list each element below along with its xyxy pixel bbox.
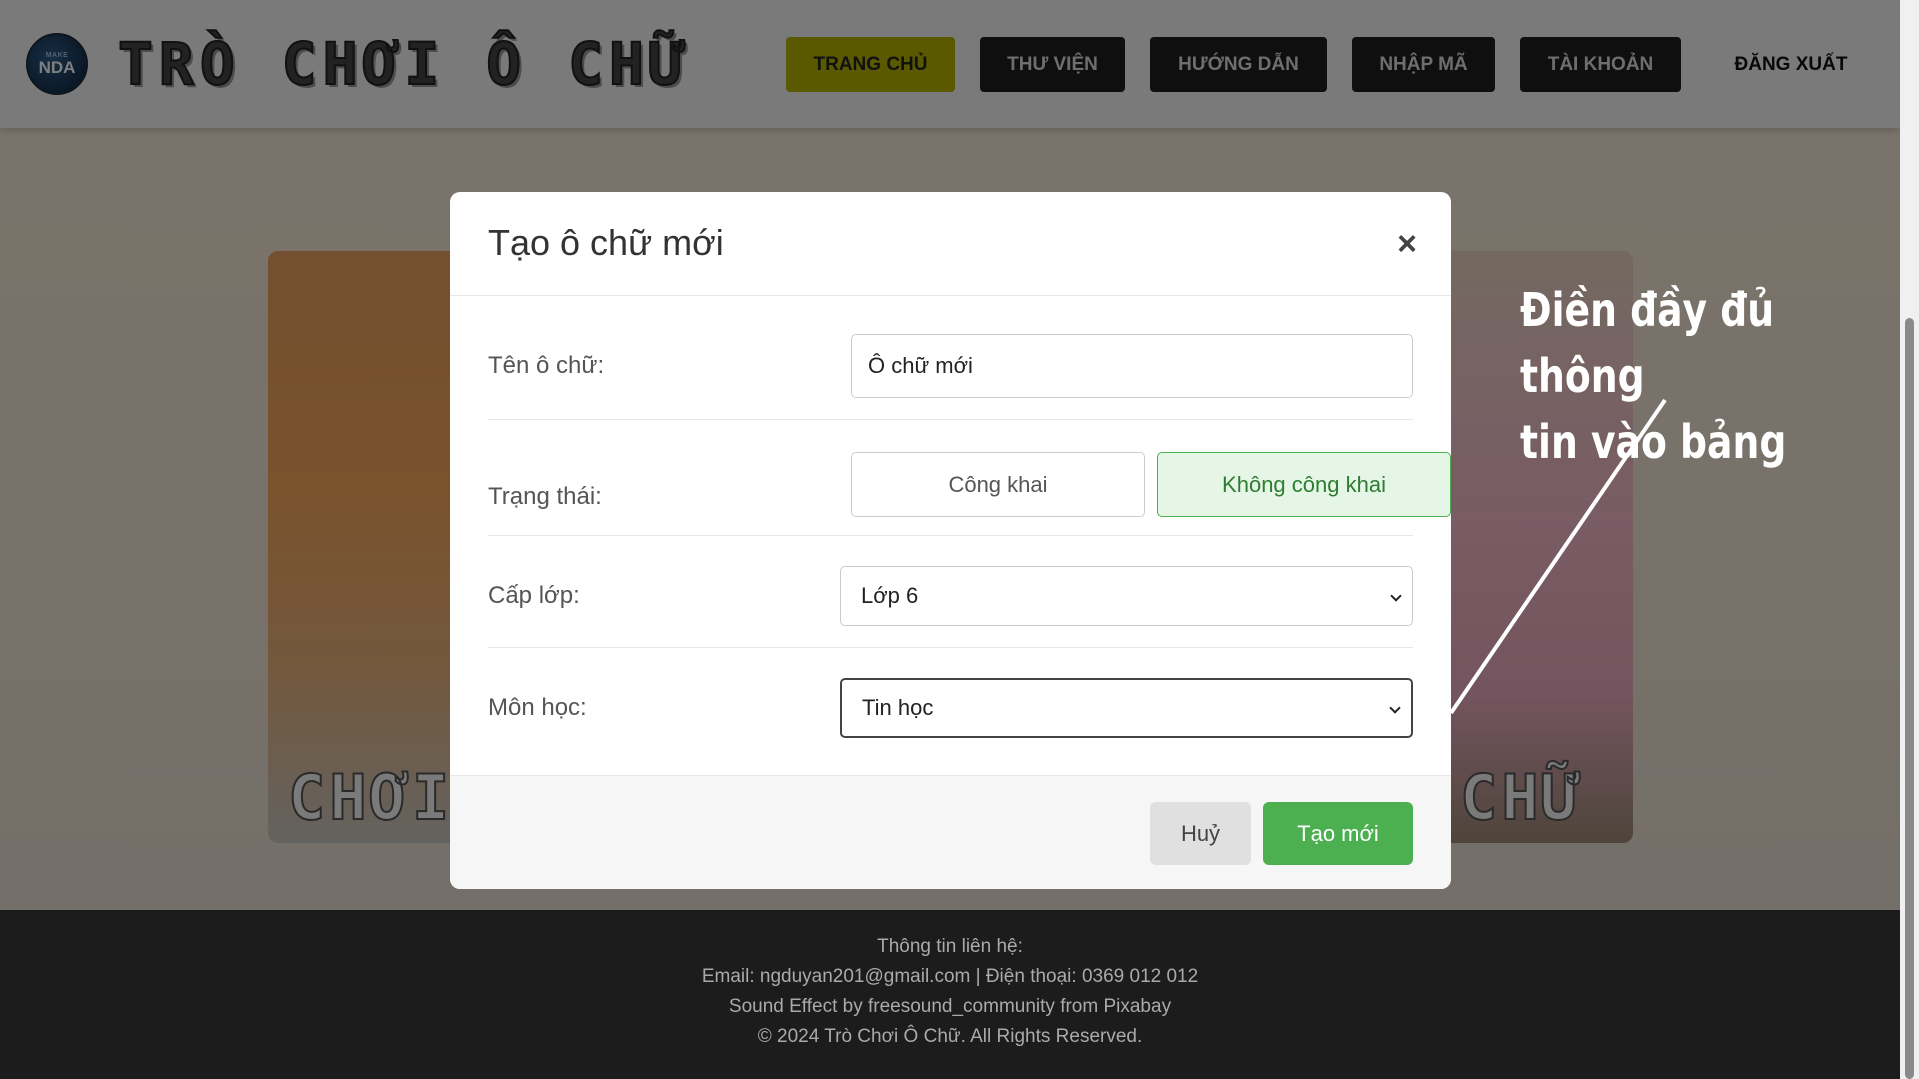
create-crossword-modal: Tạo ô chữ mới × Tên ô chữ: Ô chữ mới Trạ…: [450, 192, 1451, 889]
chevron-down-icon: [1389, 702, 1401, 714]
name-label: Tên ô chữ:: [488, 352, 605, 379]
subject-row: Môn học: Tin học: [488, 648, 1413, 775]
annotation-line-1: Điền đầy đủ thông: [1520, 283, 1775, 403]
name-input[interactable]: Ô chữ mới: [851, 334, 1413, 398]
status-private-button[interactable]: Không công khai: [1157, 452, 1451, 517]
footer-credit: Sound Effect by freesound_community from…: [728, 996, 1172, 1017]
footer-contact-line: Email: ngduyan201@gmail.com | Điện thoại…: [701, 966, 1199, 987]
grade-select[interactable]: Lớp 6: [840, 566, 1413, 626]
modal-footer: Huỷ Tạo mới: [450, 775, 1451, 889]
grade-row: Cấp lớp: Lớp 6: [488, 536, 1413, 648]
modal-title: Tạo ô chữ mới: [488, 222, 724, 263]
subject-label: Môn học:: [488, 694, 587, 721]
grade-label: Cấp lớp:: [488, 582, 580, 609]
chevron-down-icon: [1390, 590, 1402, 602]
subject-select-value: Tin học: [862, 695, 934, 720]
page: CHƠI CHỮ MAKE NDA TRÒ CHƠI Ô CHỮ TRANG C…: [0, 0, 1900, 1079]
annotation-text: Điền đầy đủ thông tin vào bảng: [1520, 277, 1832, 475]
cancel-button[interactable]: Huỷ: [1150, 802, 1251, 865]
subject-select[interactable]: Tin học: [840, 678, 1413, 738]
grade-select-value: Lớp 6: [861, 583, 919, 608]
annotation-line-2: tin vào bảng: [1520, 415, 1787, 469]
status-label: Trạng thái:: [488, 483, 602, 510]
modal-header: Tạo ô chữ mới ×: [450, 192, 1451, 296]
close-icon[interactable]: ×: [1397, 227, 1417, 261]
site-footer: Thông tin liên hệ: Email: ngduyan201@gma…: [0, 910, 1900, 1079]
status-row: Trạng thái: Công khai Không công khai: [488, 420, 1451, 536]
footer-contact-title: Thông tin liên hệ:: [877, 936, 1023, 957]
footer-copyright: © 2024 Trò Chơi Ô Chữ. All Rights Reserv…: [757, 1026, 1143, 1047]
status-public-button[interactable]: Công khai: [851, 452, 1145, 517]
name-row: Tên ô chữ: Ô chữ mới: [488, 296, 1413, 420]
create-button[interactable]: Tạo mới: [1263, 802, 1413, 865]
scrollbar-thumb[interactable]: [1905, 318, 1914, 1079]
vertical-scrollbar[interactable]: [1900, 0, 1919, 1079]
